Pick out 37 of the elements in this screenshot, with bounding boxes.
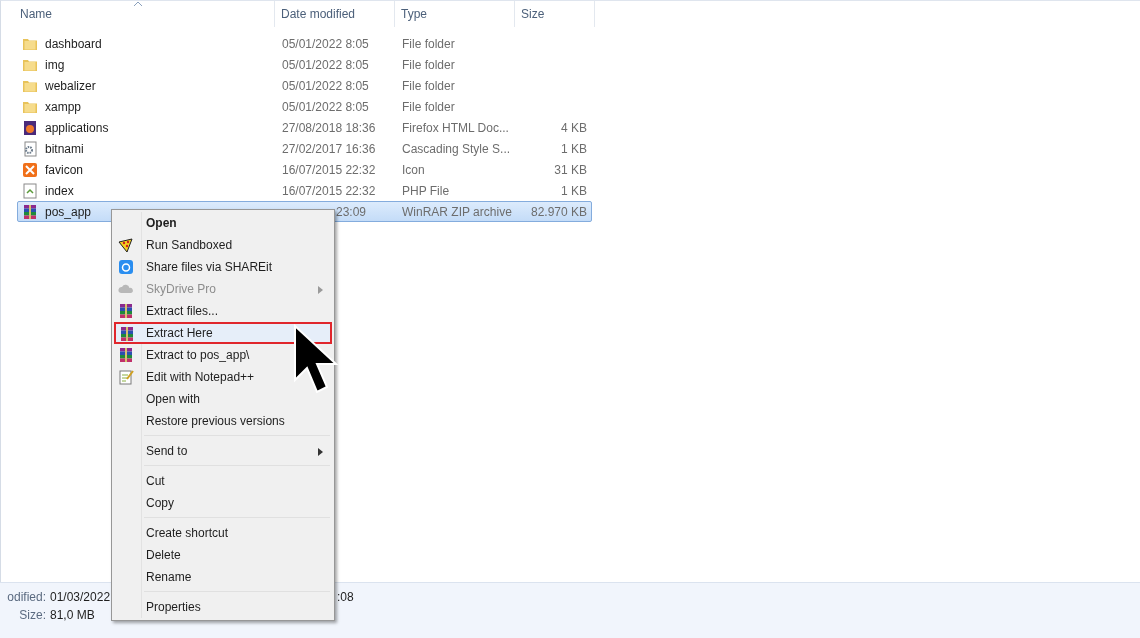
size-cell-text: 4 KB — [560, 120, 588, 135]
file-name: bitnami — [45, 141, 84, 156]
date-cell-text: 05/01/2022 8:05 — [281, 36, 370, 51]
detail-value: 81,0 MB — [50, 608, 95, 622]
date-cell-text: 05/01/2022 8:05 — [281, 57, 370, 72]
file-name: favicon — [45, 162, 84, 177]
type-cell-text: File folder — [401, 78, 456, 93]
detail-value: :08 — [337, 590, 354, 604]
detail-label: odified: — [7, 590, 46, 604]
date-cell-text: 16/07/2015 22:32 — [281, 162, 377, 177]
type-cell-text: PHP File — [401, 183, 451, 198]
file-name: xampp — [45, 99, 82, 114]
size-cell-text: 1 KB — [560, 141, 588, 156]
type-cell-text: Icon — [401, 162, 426, 177]
type-cell-text: File folder — [401, 36, 456, 51]
date-cell-text: 16/07/2015 22:32 — [281, 183, 377, 198]
detail-value: 01/03/2022 — [50, 590, 111, 604]
size-cell-text: 31 KB — [553, 162, 588, 177]
type-cell-text: WinRAR ZIP archive — [401, 204, 513, 219]
file-name: index — [45, 183, 74, 198]
file-name: applications — [45, 120, 109, 135]
date-cell-text: 27/08/2018 18:36 — [281, 120, 377, 135]
date-cell-text: 27/02/2017 16:36 — [281, 141, 377, 156]
file-name: webalizer — [45, 78, 96, 93]
size-cell-text: 1 KB — [560, 183, 588, 198]
type-cell-text: File folder — [401, 99, 456, 114]
type-cell-text: Cascading Style S... — [401, 141, 512, 156]
date-cell-text: 05/01/2022 8:05 — [281, 78, 370, 93]
size-cell-text: 82.970 KB — [529, 204, 588, 219]
file-name: pos_app — [45, 204, 92, 219]
date-cell-text: 05/01/2022 8:05 — [281, 99, 370, 114]
file-name: dashboard — [45, 36, 102, 51]
date-cell-text: 23:09 — [335, 204, 368, 219]
file-name: img — [45, 57, 65, 72]
type-cell-text: Firefox HTML Doc... — [401, 120, 510, 135]
detail-label: Size: — [19, 608, 46, 622]
type-cell-text: File folder — [401, 57, 456, 72]
